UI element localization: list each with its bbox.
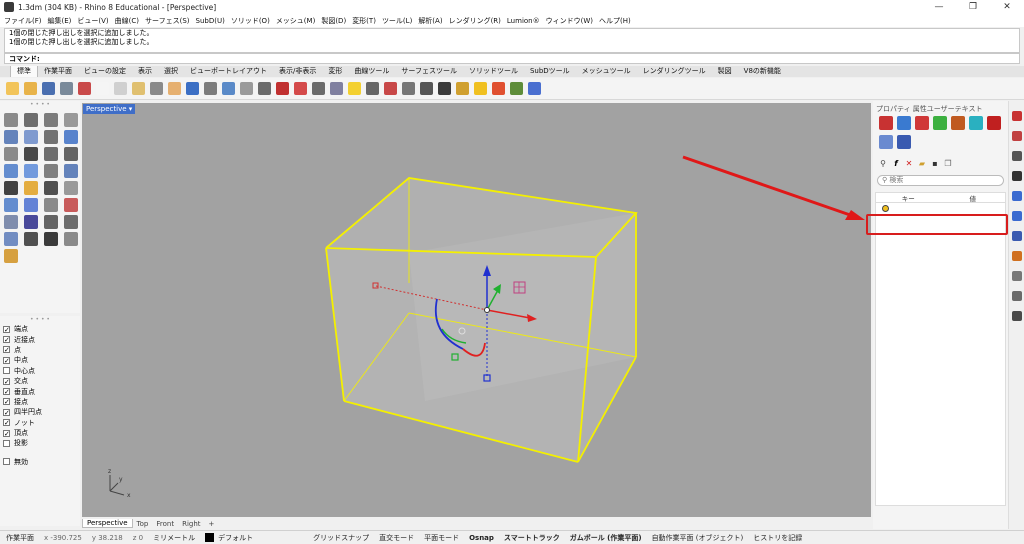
status-planar[interactable]: 平面モード	[424, 533, 459, 543]
status-osnap[interactable]: Osnap	[469, 534, 494, 542]
status-units[interactable]: ミリメートル	[153, 533, 195, 543]
status-grid-snap[interactable]: グリッドスナップ	[313, 533, 369, 543]
panel-tab-icon[interactable]	[1012, 231, 1022, 241]
panel-tab-icon[interactable]	[1012, 271, 1022, 281]
panel-tab-icon[interactable]	[1012, 111, 1022, 121]
panel-tab-icon[interactable]	[1012, 311, 1022, 321]
panel-tab-icon[interactable]	[1012, 211, 1022, 221]
status-y-coordinate: y 38.218	[91, 533, 123, 542]
panel-tab-icon[interactable]	[1012, 251, 1022, 261]
status-record-history[interactable]: ヒストリを記録	[753, 533, 802, 543]
status-cplane[interactable]: 作業平面	[6, 533, 34, 543]
annotation-overlay	[682, 155, 865, 220]
status-layer[interactable]: デフォルト	[218, 533, 253, 543]
status-gumball[interactable]: ガムボール (作業平面)	[570, 533, 642, 543]
status-x-coordinate: x -390.725	[44, 533, 82, 542]
status-autocplane[interactable]: 自動作業平面 (オブジェクト)	[652, 533, 744, 543]
status-z-coordinate: z 0	[132, 533, 144, 542]
red-arrow-head	[845, 210, 865, 220]
panel-tab-icon[interactable]	[1012, 171, 1022, 181]
layer-color-swatch	[205, 533, 215, 542]
panel-tab-icon[interactable]	[1012, 291, 1022, 301]
red-annotation-arrow	[682, 155, 854, 218]
status-ortho[interactable]: 直交モード	[379, 533, 414, 543]
status-bar: 作業平面 x -390.725 y 38.218 z 0 ミリメートル デフォル…	[0, 530, 1024, 544]
panel-tab-icon[interactable]	[1012, 131, 1022, 141]
status-smarttrack[interactable]: スマートトラック	[504, 533, 560, 543]
panel-tab-icon[interactable]	[1012, 191, 1022, 201]
panel-tab-strip	[1008, 101, 1024, 529]
panel-tab-icon[interactable]	[1012, 151, 1022, 161]
